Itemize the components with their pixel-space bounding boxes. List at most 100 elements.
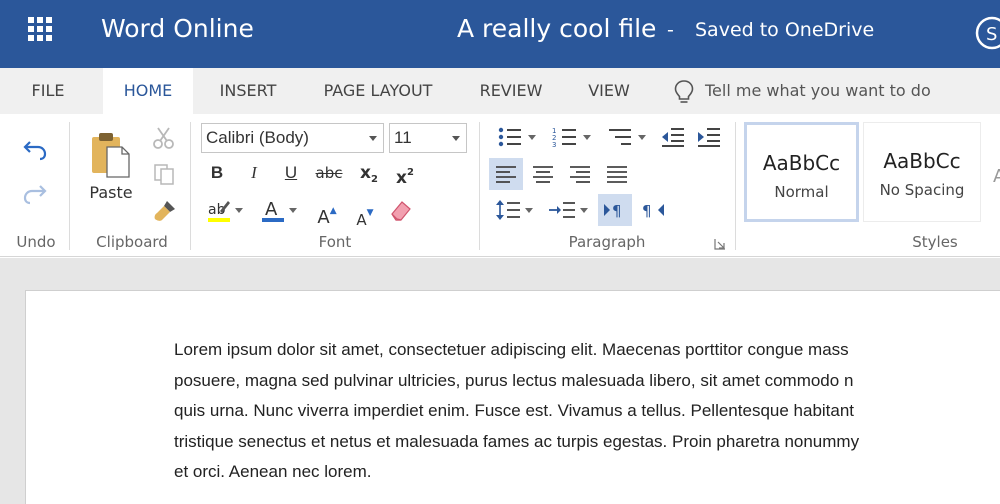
right-to-left-icon: ¶ bbox=[642, 202, 664, 220]
align-right-button[interactable] bbox=[563, 158, 597, 190]
lightbulb-icon[interactable] bbox=[673, 79, 695, 105]
group-divider bbox=[479, 122, 480, 250]
font-name-value: Calibri (Body) bbox=[206, 128, 309, 147]
arrow-down-icon: ▼ bbox=[366, 208, 374, 218]
chevron-down-icon bbox=[369, 136, 377, 141]
tell-me-search[interactable]: Tell me what you want to do bbox=[705, 68, 931, 114]
paragraph-group-label: Paragraph bbox=[568, 233, 646, 251]
highlighter-icon: ab bbox=[207, 201, 230, 222]
numbering-button[interactable]: 123 bbox=[547, 124, 595, 150]
paintbrush-icon[interactable] bbox=[152, 198, 178, 222]
font-group-label: Font bbox=[318, 233, 352, 251]
svg-text:S: S bbox=[986, 24, 997, 45]
font-name-dropdown[interactable]: Calibri (Body) bbox=[201, 123, 384, 153]
paste-button[interactable]: Paste bbox=[82, 124, 140, 208]
document-body[interactable]: Lorem ipsum dolor sit amet, consectetuer… bbox=[174, 335, 1000, 488]
undo-icon[interactable] bbox=[22, 136, 48, 162]
document-page[interactable]: Lorem ipsum dolor sit amet, consectetuer… bbox=[25, 290, 1000, 504]
subscript-base: x bbox=[360, 163, 371, 183]
tab-page-layout[interactable]: PAGE LAYOUT bbox=[310, 68, 446, 114]
align-center-icon bbox=[533, 166, 553, 183]
app-launcher-icon[interactable] bbox=[28, 17, 52, 41]
tab-insert[interactable]: INSERT bbox=[207, 68, 289, 114]
decrease-indent-icon[interactable] bbox=[660, 126, 686, 148]
increase-indent-icon[interactable] bbox=[696, 126, 722, 148]
chevron-down-icon bbox=[580, 207, 588, 213]
text-line[interactable]: quis urna. Nunc viverra imperdiet enim. … bbox=[174, 396, 1000, 427]
text-line[interactable]: tristique senectus et netus et malesuada… bbox=[174, 427, 1000, 458]
svg-text:¶: ¶ bbox=[642, 202, 652, 220]
redo-icon[interactable] bbox=[22, 180, 48, 206]
dialog-launcher-icon[interactable] bbox=[714, 238, 726, 250]
svg-text:3: 3 bbox=[552, 141, 556, 148]
align-left-icon bbox=[496, 166, 516, 183]
clipboard-icon bbox=[92, 132, 130, 178]
styles-group-label: Styles bbox=[912, 233, 958, 251]
subscript-mark: 2 bbox=[371, 174, 378, 185]
italic-button[interactable]: I bbox=[241, 160, 267, 186]
clear-formatting-icon[interactable] bbox=[388, 198, 414, 224]
paste-label: Paste bbox=[89, 182, 133, 202]
grow-font-button[interactable]: A▲ bbox=[314, 198, 340, 228]
ltr-direction-button[interactable]: ¶ bbox=[598, 194, 632, 226]
save-status: Saved to OneDrive bbox=[695, 19, 875, 41]
shrink-font-button[interactable]: A▼ bbox=[352, 200, 378, 229]
style-name: No Spacing bbox=[879, 181, 965, 199]
style-no-spacing[interactable]: AaBbCc No Spacing bbox=[863, 122, 981, 222]
style-sample: AaBbCc bbox=[883, 149, 961, 173]
style-sample: AaBbCc bbox=[762, 151, 841, 175]
app-name[interactable]: Word Online bbox=[101, 14, 254, 43]
bullets-button[interactable] bbox=[492, 124, 540, 150]
text-line[interactable]: posuere, magna sed pulvinar ultricies, p… bbox=[174, 366, 1000, 397]
clipboard-group-label: Clipboard bbox=[96, 233, 168, 251]
chevron-down-icon bbox=[288, 207, 297, 213]
group-divider bbox=[735, 122, 736, 250]
tab-home[interactable]: HOME bbox=[103, 68, 193, 114]
chevron-down-icon bbox=[527, 134, 536, 140]
underline-button[interactable]: U bbox=[278, 160, 304, 186]
font-size-dropdown[interactable]: 11 bbox=[389, 123, 467, 153]
copy-icon[interactable] bbox=[152, 162, 176, 186]
group-divider bbox=[69, 122, 70, 250]
tab-view[interactable]: VIEW bbox=[576, 68, 642, 114]
justify-button[interactable] bbox=[600, 158, 634, 190]
numbered-list-icon: 123 bbox=[552, 127, 576, 148]
tab-review[interactable]: REVIEW bbox=[468, 68, 554, 114]
chevron-down-icon bbox=[525, 207, 533, 213]
style-name: Normal bbox=[774, 183, 829, 201]
align-left-button[interactable] bbox=[489, 158, 523, 190]
text-line[interactable]: Lorem ipsum dolor sit amet, consectetuer… bbox=[174, 335, 1000, 366]
multilevel-list-icon bbox=[608, 129, 631, 145]
line-spacing-button[interactable] bbox=[492, 196, 536, 224]
paragraph-spacing-button[interactable] bbox=[544, 196, 592, 224]
svg-text:A: A bbox=[265, 199, 278, 220]
group-divider bbox=[190, 122, 191, 250]
document-title[interactable]: A really cool file bbox=[457, 14, 656, 43]
tab-file[interactable]: FILE bbox=[14, 68, 82, 114]
superscript-button[interactable]: x2 bbox=[392, 160, 418, 188]
rtl-direction-button[interactable]: ¶ bbox=[636, 194, 670, 226]
font-color-button[interactable]: A bbox=[256, 196, 300, 224]
superscript-mark: 2 bbox=[407, 167, 414, 178]
scissors-icon[interactable] bbox=[152, 126, 176, 150]
skype-icon[interactable]: S bbox=[972, 13, 1000, 53]
align-center-button[interactable] bbox=[526, 158, 560, 190]
left-to-right-icon: ¶ bbox=[604, 202, 622, 220]
bold-button[interactable]: B bbox=[204, 160, 230, 186]
line-spacing-icon bbox=[496, 200, 520, 220]
style-normal[interactable]: AaBbCc Normal bbox=[744, 122, 859, 222]
align-right-icon bbox=[570, 166, 590, 183]
title-separator: - bbox=[667, 19, 674, 41]
highlight-color-button[interactable]: ab bbox=[202, 196, 246, 224]
style-next-peek: A bbox=[993, 166, 1000, 182]
ribbon-tabs: FILE HOME INSERT PAGE LAYOUT REVIEW VIEW… bbox=[0, 68, 1000, 114]
grow-font-glyph: A bbox=[317, 207, 330, 228]
text-line[interactable]: et orci. Aenean nec lorem. bbox=[174, 457, 1000, 488]
font-color-icon: A bbox=[261, 199, 284, 222]
subscript-button[interactable]: x2 bbox=[356, 160, 382, 186]
strikethrough-button[interactable]: abc bbox=[312, 160, 346, 186]
multilevel-list-button[interactable] bbox=[602, 124, 650, 150]
justify-icon bbox=[607, 166, 627, 183]
chevron-down-icon bbox=[582, 134, 591, 140]
font-size-value: 11 bbox=[394, 128, 412, 147]
